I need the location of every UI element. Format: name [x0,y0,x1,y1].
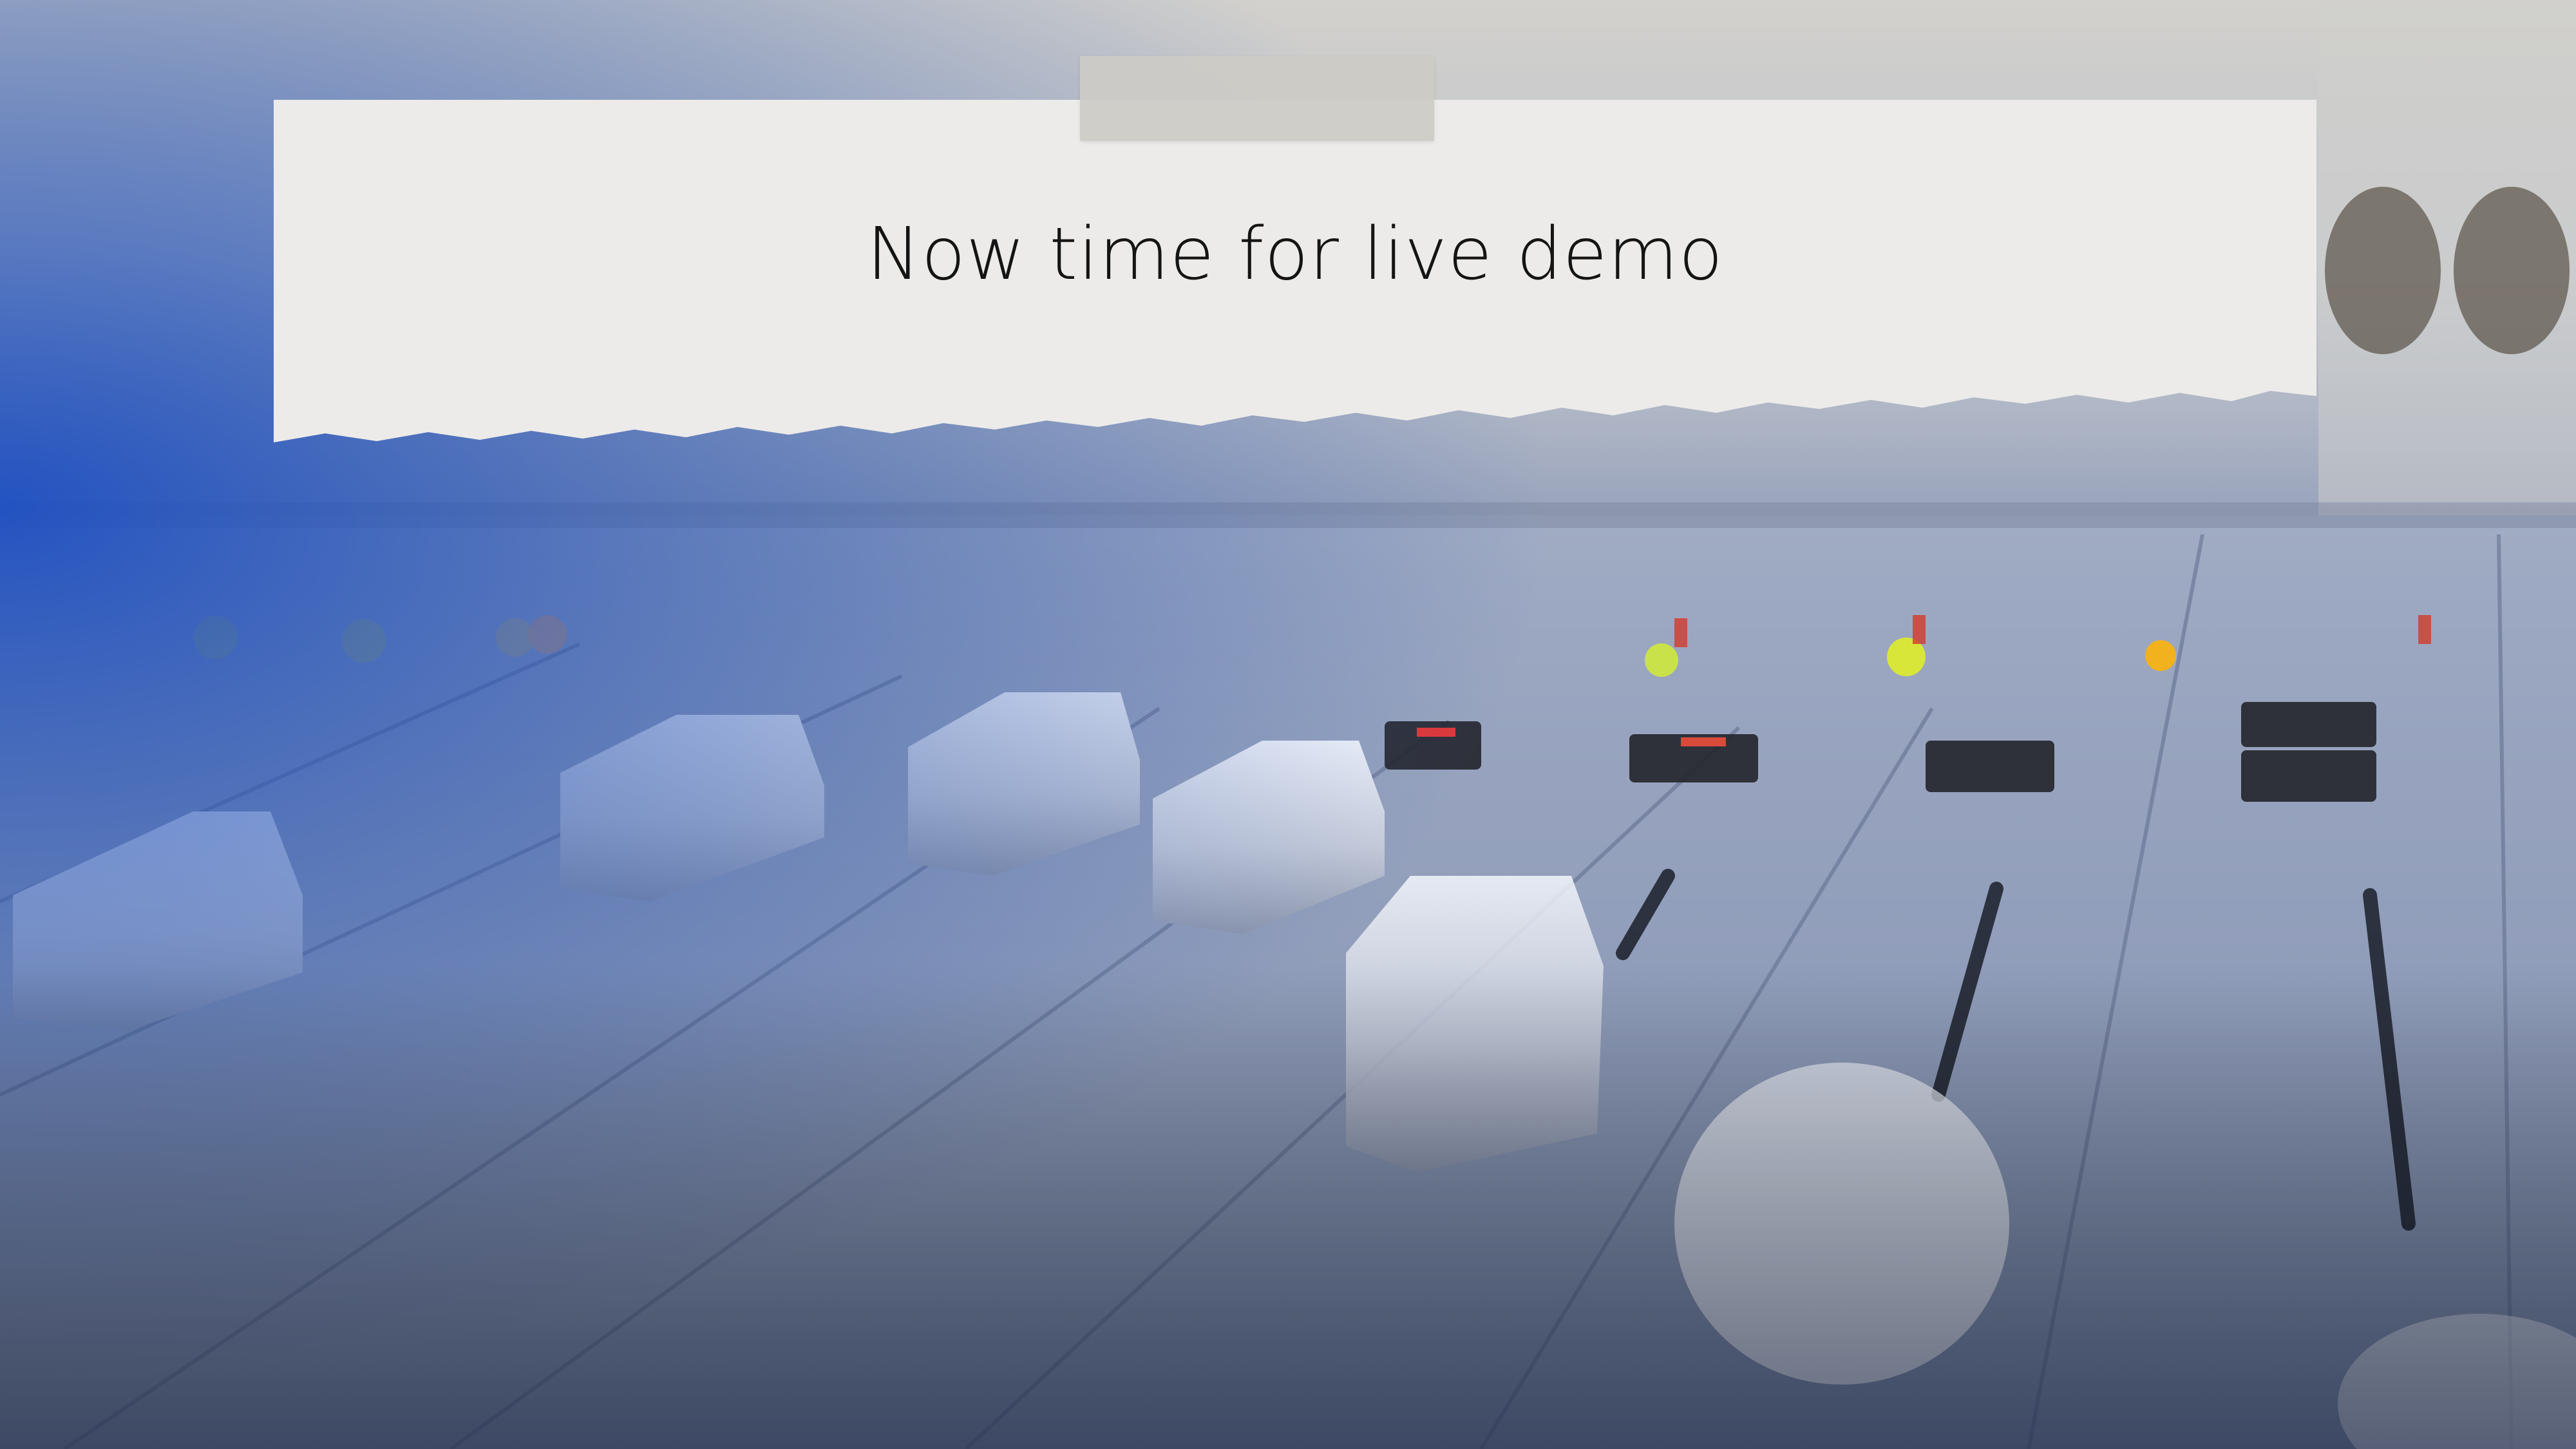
title-paper-note: Now time for live demo [274,56,2316,473]
tape-strip [1080,56,1434,141]
slide-title: Now time for live demo [866,213,1724,296]
slide: Now time for live demo [0,0,2576,1449]
